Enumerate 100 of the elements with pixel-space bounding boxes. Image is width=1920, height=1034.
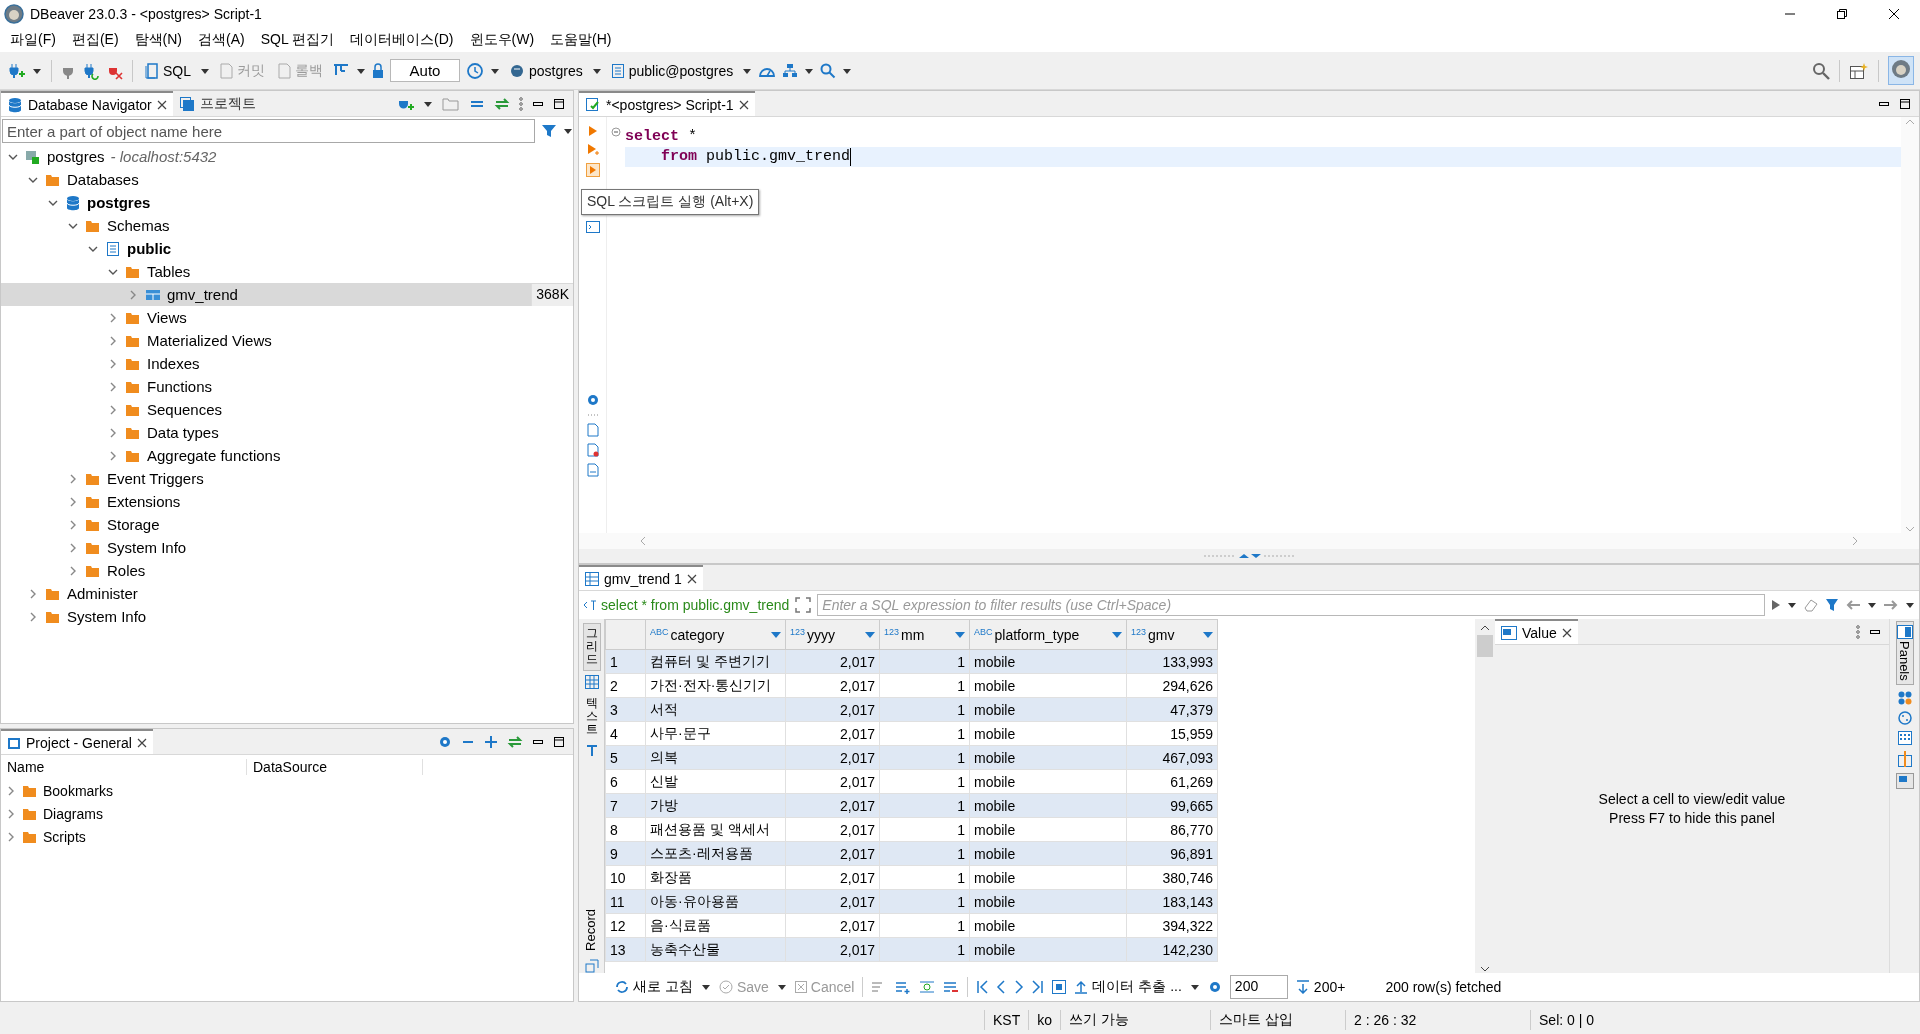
menu-item[interactable]: 파일(F) [2, 29, 64, 51]
results-tab[interactable]: gmv_trend 1 [579, 565, 703, 590]
table-cell[interactable]: 사무·문구 [645, 721, 786, 746]
table-cell[interactable]: 2,017 [785, 937, 880, 962]
table-cell[interactable]: 가방 [645, 793, 786, 818]
table-cell[interactable]: 1 [879, 841, 970, 866]
view-tab[interactable]: 그리드 [582, 623, 601, 671]
table-cell[interactable]: 아동·유아용품 [645, 889, 786, 914]
fetch-more-button[interactable]: 200+ [1295, 979, 1346, 995]
tree-item[interactable]: Data types [1, 421, 573, 444]
table-cell[interactable]: 47,379 [1126, 697, 1218, 722]
table-cell[interactable]: mobile [969, 673, 1127, 698]
table-cell[interactable]: 1 [879, 697, 970, 722]
view-tab[interactable]: 텍스트 [582, 692, 601, 741]
tree-item[interactable]: Sequences [1, 398, 573, 421]
table-cell[interactable]: mobile [969, 865, 1127, 890]
table-cell[interactable]: 2,017 [785, 913, 880, 938]
table-cell[interactable]: 화장품 [645, 865, 786, 890]
table-cell[interactable]: 2,017 [785, 865, 880, 890]
table-cell[interactable]: 신발 [645, 769, 786, 794]
menu-item[interactable]: 편집(E) [63, 29, 127, 51]
tree-item[interactable]: postgres [1, 191, 573, 214]
tree-item[interactable]: postgres - localhost:5432 [1, 145, 573, 168]
tree-item-selected[interactable]: gmv_trend 368K [1, 283, 573, 306]
fetch-size-field[interactable]: 200 [1229, 975, 1288, 999]
table-cell[interactable]: 133,993 [1126, 649, 1218, 674]
schema-selector[interactable]: public@postgres [607, 60, 737, 81]
refresh-button[interactable]: 새로 고침 [615, 978, 693, 996]
tree-item[interactable]: Schemas [1, 214, 573, 237]
menu-item[interactable]: 윈도우(W) [461, 29, 543, 51]
table-cell[interactable]: mobile [969, 769, 1127, 794]
project-item[interactable]: Scripts [1, 825, 573, 848]
panels-tab[interactable]: Panels [1895, 621, 1914, 685]
table-cell[interactable]: 2,017 [785, 793, 880, 818]
panel-tab[interactable]: 프로젝트 [172, 91, 262, 116]
project-item[interactable]: Bookmarks [1, 779, 573, 802]
table-cell[interactable]: 1 [879, 865, 970, 890]
table-cell[interactable]: 2,017 [785, 649, 880, 674]
menu-item[interactable]: 도움말(H) [542, 29, 620, 51]
tree-item[interactable]: public [1, 237, 573, 260]
table-cell[interactable]: 2,017 [785, 745, 880, 770]
tree-item[interactable]: Functions [1, 375, 573, 398]
table-cell[interactable]: 99,665 [1126, 793, 1218, 818]
table-cell[interactable]: 가전·전자·통신기기 [645, 673, 786, 698]
table-cell[interactable]: 2,017 [785, 721, 880, 746]
tree-item[interactable]: System Info [1, 536, 573, 559]
table-cell[interactable]: 1 [879, 793, 970, 818]
table-cell[interactable]: 294,626 [1126, 673, 1218, 698]
tree-item[interactable]: Aggregate functions [1, 444, 573, 467]
table-cell[interactable]: mobile [969, 721, 1127, 746]
table-cell[interactable]: mobile [969, 697, 1127, 722]
panel-tab[interactable]: Database Navigator [1, 91, 173, 116]
query-label[interactable]: select * from public.gmv_trend [583, 597, 790, 613]
table-cell[interactable]: mobile [969, 913, 1127, 938]
menu-item[interactable]: 탐색(N) [126, 29, 190, 51]
tree-item[interactable]: Tables [1, 260, 573, 283]
table-cell[interactable]: 380,746 [1126, 865, 1218, 890]
table-cell[interactable]: 농축수산물 [645, 937, 786, 962]
table-cell[interactable]: 2,017 [785, 769, 880, 794]
filter-expression-field[interactable]: Enter a SQL expression to filter results (use Ctrl+Space) [817, 594, 1765, 616]
table-cell[interactable]: 394,322 [1126, 913, 1218, 938]
table-cell[interactable]: 1 [879, 649, 970, 674]
table-cell[interactable]: 1 [879, 937, 970, 962]
datasource-selector[interactable]: postgres [506, 60, 586, 81]
editor-tab[interactable]: *<postgres> Script-1 [579, 91, 755, 116]
table-cell[interactable]: 1 [879, 817, 970, 842]
menu-item[interactable]: 데이터베이스(D) [342, 29, 462, 51]
table-cell[interactable]: 61,269 [1126, 769, 1218, 794]
table-cell[interactable]: 의복 [645, 745, 786, 770]
table-cell[interactable]: 86,770 [1126, 817, 1218, 842]
tree-item[interactable]: Administer [1, 582, 573, 605]
value-panel-tab[interactable]: Value [1495, 619, 1578, 644]
table-cell[interactable]: 142,230 [1126, 937, 1218, 962]
transaction-mode-field[interactable]: Auto [390, 59, 460, 82]
menu-item[interactable]: SQL 편집기 [252, 29, 343, 51]
tree-item[interactable]: Views [1, 306, 573, 329]
tree-item[interactable]: Roles [1, 559, 573, 582]
tree-item[interactable]: Indexes [1, 352, 573, 375]
table-cell[interactable]: 2,017 [785, 889, 880, 914]
table-cell[interactable]: mobile [969, 793, 1127, 818]
table-cell[interactable]: 패션용품 및 액세서 [645, 817, 786, 842]
table-cell[interactable]: mobile [969, 817, 1127, 842]
table-cell[interactable]: 2,017 [785, 817, 880, 842]
table-cell[interactable]: 2,017 [785, 841, 880, 866]
table-cell[interactable]: mobile [969, 649, 1127, 674]
sql-editor-button[interactable]: SQL [142, 60, 194, 81]
tree-item[interactable]: System Info [1, 605, 573, 628]
table-cell[interactable]: mobile [969, 889, 1127, 914]
menu-item[interactable]: 검색(A) [190, 29, 253, 51]
table-cell[interactable]: 컴퓨터 및 주변기기 [645, 649, 786, 674]
tree-item[interactable]: Storage [1, 513, 573, 536]
table-cell[interactable]: 서적 [645, 697, 786, 722]
table-cell[interactable]: 2,017 [785, 673, 880, 698]
table-cell[interactable]: 96,891 [1126, 841, 1218, 866]
table-cell[interactable]: mobile [969, 937, 1127, 962]
column-header[interactable]: DataSource [247, 759, 423, 775]
table-cell[interactable]: 1 [879, 769, 970, 794]
project-item[interactable]: Diagrams [1, 802, 573, 825]
table-cell[interactable]: 1 [879, 913, 970, 938]
table-cell[interactable]: 1 [879, 673, 970, 698]
